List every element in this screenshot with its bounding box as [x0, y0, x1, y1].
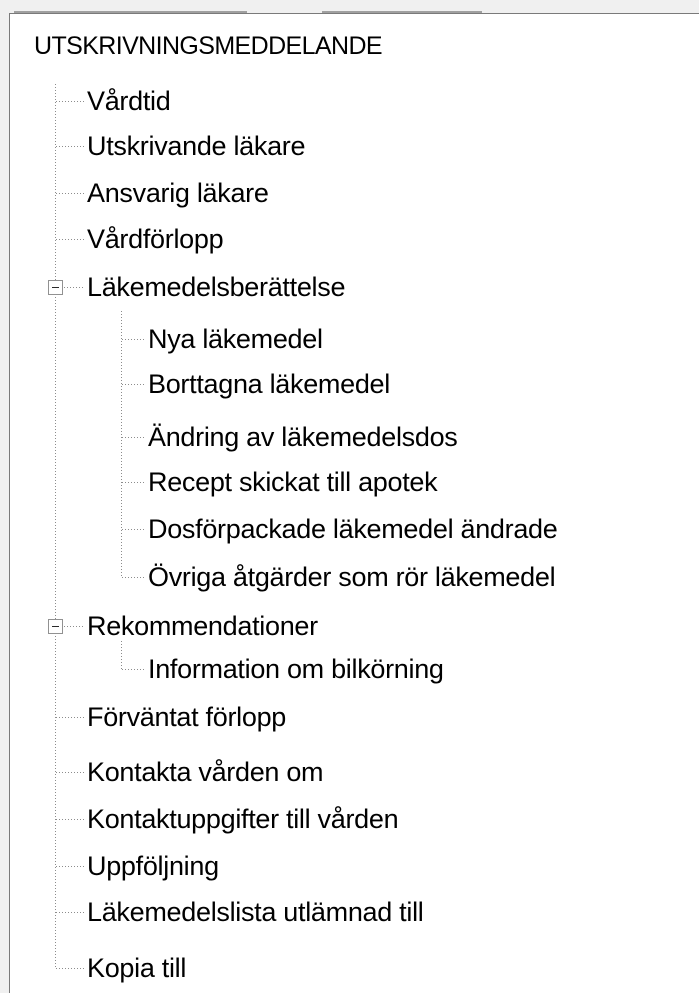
tree-item-borttagna-lakemedel[interactable]: Borttagna läkemedel	[148, 367, 390, 401]
tree-item-rekommendationer[interactable]: Rekommendationer	[87, 609, 318, 643]
tree-item-lakemedelslista-utlamnad-till[interactable]: Läkemedelslista utlämnad till	[87, 895, 424, 929]
tree-item-kopia-till[interactable]: Kopia till	[87, 951, 186, 985]
window-left-edge	[0, 0, 9, 993]
tree-item-kontakta-varden-om[interactable]: Kontakta vården om	[87, 755, 324, 789]
top-toolbar-strip	[0, 0, 699, 13]
tree-item-vardtid[interactable]: Vårdtid	[87, 84, 171, 118]
collapse-minus-icon[interactable]	[48, 619, 63, 634]
tree-item-ansvarig-lakare[interactable]: Ansvarig läkare	[87, 176, 269, 210]
tree-item-information-om-bilkorning[interactable]: Information om bilkörning	[148, 652, 444, 686]
tree-item-recept-skickat-till-apotek[interactable]: Recept skickat till apotek	[148, 465, 438, 499]
tree-item-uppfoljning[interactable]: Uppföljning	[87, 849, 219, 883]
tree-root-label[interactable]: UTSKRIVNINGSMEDDELANDE	[34, 29, 383, 63]
tree-item-utskrivande-lakare[interactable]: Utskrivande läkare	[87, 129, 306, 163]
tree-item-kontaktuppgifter-till-varden[interactable]: Kontaktuppgifter till vården	[87, 802, 399, 836]
tree-item-nya-lakemedel[interactable]: Nya läkemedel	[148, 322, 323, 356]
tree-item-vardforlopp[interactable]: Vårdförlopp	[87, 222, 224, 256]
collapse-minus-icon[interactable]	[48, 280, 63, 295]
toolbar-field-edge	[14, 0, 247, 13]
tree-item-forvantat-forlopp[interactable]: Förväntat förlopp	[87, 700, 286, 734]
tree-item-andring-av-lakemedelsdos[interactable]: Ändring av läkemedelsdos	[148, 420, 458, 454]
tree-item-ovriga-atgarder[interactable]: Övriga åtgärder som rör läkemedel	[148, 560, 556, 594]
tree-item-lakemedelsberattelse[interactable]: Läkemedelsberättelse	[87, 270, 345, 304]
toolbar-field-edge	[322, 0, 482, 13]
tree-item-dosforpackade-lakemedel-andrade[interactable]: Dosförpackade läkemedel ändrade	[148, 512, 558, 546]
